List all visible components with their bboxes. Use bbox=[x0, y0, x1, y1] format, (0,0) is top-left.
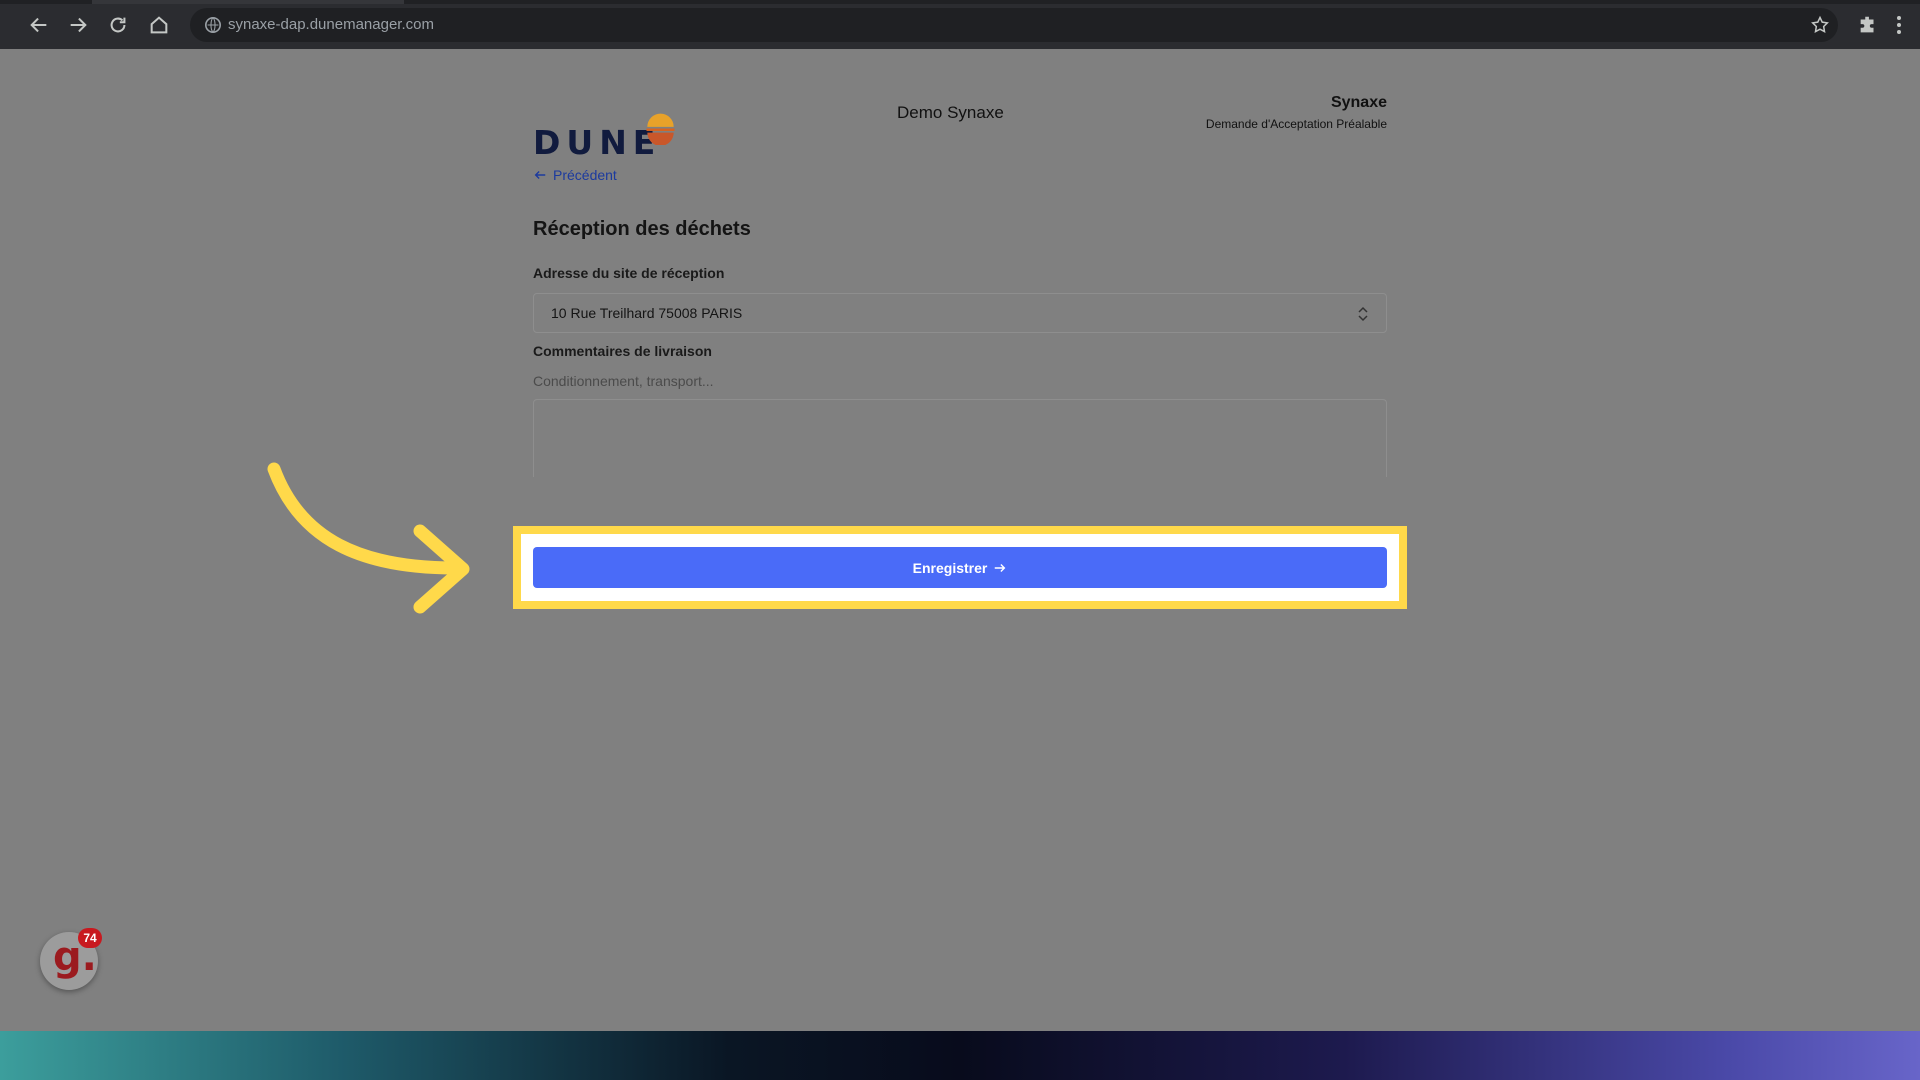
back-link-label[interactable]: Précédent bbox=[553, 167, 617, 183]
address-bar[interactable]: synaxe-dap.dunemanager.com bbox=[190, 8, 1838, 42]
bottom-gradient-bar bbox=[0, 1031, 1920, 1080]
address-select-value[interactable]: 10 Rue Treilhard 75008 PARIS bbox=[551, 305, 742, 321]
address-label: Adresse du site de réception bbox=[533, 265, 725, 281]
save-button-label[interactable]: Enregistrer bbox=[913, 560, 988, 576]
address-select[interactable]: 10 Rue Treilhard 75008 PARIS bbox=[533, 293, 1387, 333]
notification-count-badge: 74 bbox=[78, 928, 102, 948]
menu-icon[interactable] bbox=[1894, 14, 1904, 36]
home-icon[interactable] bbox=[146, 12, 172, 38]
arrow-left-icon bbox=[534, 171, 546, 179]
comments-textarea[interactable] bbox=[533, 399, 1387, 477]
logo-text: DUNE bbox=[533, 123, 662, 162]
extensions-icon[interactable] bbox=[1857, 14, 1879, 36]
dune-logo[interactable]: DUNE bbox=[533, 79, 683, 162]
chevron-up-down-icon[interactable] bbox=[1356, 305, 1370, 323]
back-icon[interactable] bbox=[26, 12, 52, 38]
comments-label: Commentaires de livraison bbox=[533, 343, 712, 359]
url-text[interactable]: synaxe-dap.dunemanager.com bbox=[228, 16, 434, 33]
comments-hint: Conditionnement, transport... bbox=[533, 373, 714, 389]
document-type: Demande d'Acceptation Préalable bbox=[1205, 117, 1387, 131]
logo-sun-icon bbox=[646, 113, 675, 145]
page-content: DUNE Demo Synaxe Synaxe Demande d'Accept… bbox=[0, 49, 1920, 1031]
g-widget-button[interactable]: g. 74 bbox=[40, 928, 102, 990]
client-name: Demo Synaxe bbox=[897, 103, 1004, 122]
page-title: Réception des déchets bbox=[533, 218, 751, 240]
site-info-icon[interactable] bbox=[204, 16, 222, 34]
active-tab[interactable] bbox=[92, 0, 404, 4]
bookmark-star-icon[interactable] bbox=[1810, 15, 1830, 35]
pointer-arrow-icon bbox=[267, 462, 470, 614]
back-link[interactable]: Précédent bbox=[533, 167, 617, 183]
arrow-right-icon bbox=[995, 563, 1006, 572]
reload-icon[interactable] bbox=[105, 12, 131, 38]
company-name: Synaxe bbox=[1330, 94, 1387, 111]
forward-icon[interactable] bbox=[65, 12, 91, 38]
browser-toolbar: synaxe-dap.dunemanager.com bbox=[0, 0, 1920, 49]
save-button[interactable]: Enregistrer bbox=[533, 547, 1387, 588]
